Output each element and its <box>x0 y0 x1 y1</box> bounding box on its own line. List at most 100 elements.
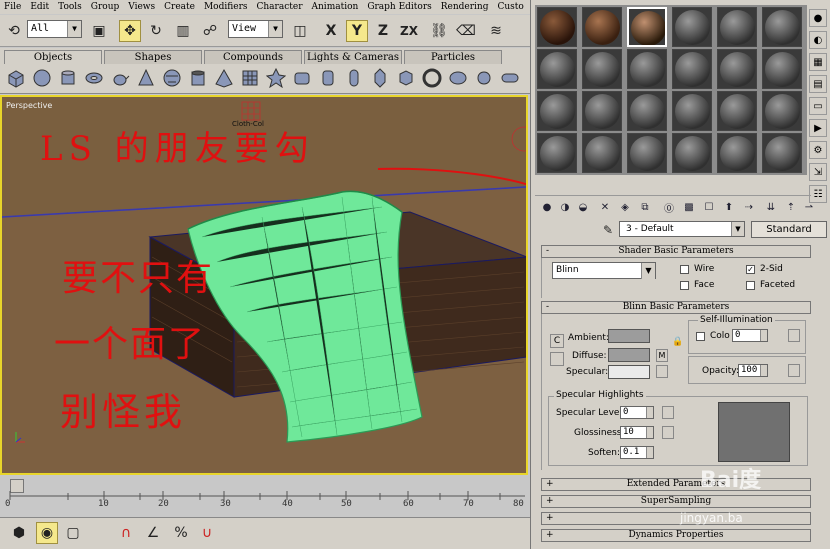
eraser-icon[interactable]: ⌫ <box>455 20 477 42</box>
x-axis-button[interactable]: X <box>320 20 342 42</box>
material-slot[interactable] <box>627 49 667 89</box>
material-slot[interactable] <box>672 91 712 131</box>
specular-map-button[interactable] <box>656 365 668 378</box>
material-slot[interactable] <box>582 49 622 89</box>
scale-icon[interactable]: ▥ <box>172 20 194 42</box>
video-check-icon[interactable]: ▭ <box>809 97 827 115</box>
lock-icon[interactable]: 🔒 <box>672 337 684 350</box>
material-slot[interactable] <box>672 133 712 173</box>
y-axis-button[interactable]: Y <box>346 20 368 42</box>
specular-swatch[interactable] <box>608 365 650 379</box>
select-by-material-icon[interactable]: ⇲ <box>809 163 827 181</box>
wire-checkbox[interactable] <box>680 265 689 274</box>
two-sided-checkbox[interactable]: ✓ <box>746 265 755 274</box>
material-slot[interactable] <box>762 49 802 89</box>
menu-item-graph-editors[interactable]: Graph Editors <box>367 2 431 12</box>
material-slot[interactable] <box>762 133 802 173</box>
put-to-scene-icon[interactable]: ◑ <box>557 199 573 215</box>
background-icon[interactable]: ▦ <box>809 53 827 71</box>
torus-knot-icon[interactable] <box>474 68 494 88</box>
menu-item-rendering[interactable]: Rendering <box>441 2 489 12</box>
specular-level-spinner[interactable]: 0 <box>620 406 654 419</box>
perspective-viewport[interactable]: Perspective Cloth-Col LS 的朋友要勾 要不只有 一个面了… <box>0 95 528 475</box>
material-slot[interactable] <box>537 133 577 173</box>
box-icon[interactable] <box>6 68 26 88</box>
options-icon[interactable]: ⚙ <box>809 141 827 159</box>
material-slot[interactable] <box>717 7 757 47</box>
material-slot[interactable] <box>762 91 802 131</box>
rotate-icon[interactable]: ↻ <box>145 20 167 42</box>
menu-item-animation[interactable]: Animation <box>312 2 359 12</box>
make-preview-icon[interactable]: ▶ <box>809 119 827 137</box>
select-object-icon[interactable]: ▣ <box>88 20 110 42</box>
menu-item-custo[interactable]: Custo <box>498 2 524 12</box>
ringwave-icon[interactable] <box>422 68 442 88</box>
material-slot[interactable] <box>717 91 757 131</box>
maps-rollout-header[interactable]: + <box>541 512 811 525</box>
pick-material-icon[interactable]: ⇊ <box>763 199 779 215</box>
lock-diffuse-specular-button[interactable] <box>550 352 564 366</box>
material-slot[interactable] <box>582 7 622 47</box>
torus-icon[interactable] <box>84 68 104 88</box>
spindle-icon[interactable] <box>370 68 390 88</box>
cylinder-icon[interactable] <box>58 68 78 88</box>
make-copy-icon[interactable]: ◈ <box>617 199 633 215</box>
sphere-icon[interactable] <box>32 68 52 88</box>
shader-rollout-header[interactable]: - Shader Basic Parameters <box>541 245 811 258</box>
material-slot[interactable] <box>762 7 802 47</box>
menu-item-edit[interactable]: Edit <box>30 2 49 12</box>
go-parent-icon[interactable]: ⬆ <box>721 199 737 215</box>
material-slot[interactable] <box>537 7 577 47</box>
menu-item-modifiers[interactable]: Modifiers <box>204 2 248 12</box>
geosphere-icon[interactable] <box>162 68 182 88</box>
snap-3d-icon[interactable]: ∩ <box>115 522 137 544</box>
box-select-icon[interactable]: ▢ <box>62 522 84 544</box>
select-manipulate-icon[interactable]: ☍ <box>199 20 221 42</box>
undo-icon[interactable]: ⟲ <box>3 20 25 42</box>
tab-shapes[interactable]: Shapes <box>104 50 202 64</box>
lock-ambient-diffuse-button[interactable]: C <box>550 334 564 348</box>
chamfer-cyl-icon[interactable] <box>318 68 338 88</box>
glossiness-map-button[interactable] <box>662 426 674 439</box>
oiltank-icon[interactable] <box>344 68 364 88</box>
material-slot[interactable] <box>672 49 712 89</box>
tab-objects[interactable]: Objects <box>4 50 102 64</box>
capsule-icon[interactable] <box>500 68 520 88</box>
show-end-result-icon[interactable]: ☐ <box>701 199 717 215</box>
move-icon[interactable]: ✥ <box>119 20 141 42</box>
diffuse-swatch[interactable] <box>608 348 650 362</box>
shader-dropdown[interactable]: Blinn ▼ <box>552 262 656 279</box>
soften-spinner[interactable]: 0.1 <box>620 446 654 459</box>
extended-rollout-header[interactable]: + Extended Parameters <box>541 478 811 491</box>
self-illum-map-button[interactable] <box>788 329 800 342</box>
pivot-icon[interactable]: ◫ <box>289 20 311 42</box>
spinner-snap-icon[interactable]: ∪ <box>196 522 218 544</box>
faceted-checkbox[interactable] <box>746 281 755 290</box>
material-slot[interactable] <box>672 7 712 47</box>
menu-item-character[interactable]: Character <box>257 2 303 12</box>
glossiness-spinner[interactable]: 10 <box>620 426 654 439</box>
chamfer-box-icon[interactable] <box>292 68 312 88</box>
tube-icon[interactable] <box>188 68 208 88</box>
selection-filter-dropdown[interactable]: All ▼ <box>27 20 82 38</box>
hedra-icon[interactable] <box>266 68 286 88</box>
go-forward-icon[interactable]: ⇀ <box>801 199 817 215</box>
menu-item-tools[interactable]: Tools <box>58 2 82 12</box>
menu-item-create[interactable]: Create <box>164 2 195 12</box>
sample-type-icon[interactable]: ● <box>809 9 827 27</box>
assign-material-icon[interactable]: ◒ <box>575 199 591 215</box>
self-illum-spinner[interactable]: 0 <box>732 329 768 342</box>
blinn-rollout-header[interactable]: - Blinn Basic Parameters <box>541 301 811 314</box>
get-parent-icon[interactable]: ⇡ <box>783 199 799 215</box>
pyramid-icon[interactable] <box>214 68 234 88</box>
backlight-icon[interactable]: ◐ <box>809 31 827 49</box>
reset-map-icon[interactable]: ✕ <box>597 199 613 215</box>
material-slot[interactable] <box>717 49 757 89</box>
tab-particles[interactable]: Particles <box>404 50 502 64</box>
timeline[interactable]: 0 10 20 30 40 50 60 70 80 <box>0 477 530 517</box>
diffuse-map-button[interactable]: M <box>656 349 668 362</box>
zx-plane-button[interactable]: ZX <box>398 20 420 42</box>
cone-icon[interactable] <box>136 68 156 88</box>
angle-snap-icon[interactable]: ∠ <box>142 522 164 544</box>
menu-item-group[interactable]: Group <box>91 2 119 12</box>
